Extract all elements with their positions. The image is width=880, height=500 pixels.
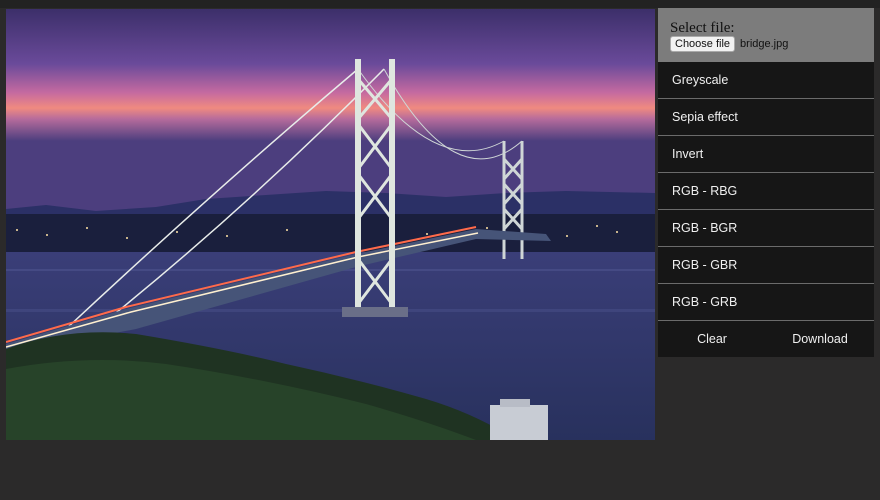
clear-button[interactable]: Clear <box>658 321 766 357</box>
top-bar <box>0 0 880 8</box>
download-button[interactable]: Download <box>766 321 874 357</box>
file-label: Select file: <box>670 20 735 36</box>
action-row: Clear Download <box>658 321 874 357</box>
file-selector: Select file: Choose file bridge.jpg <box>658 8 874 62</box>
rgb-bgr-button[interactable]: RGB - BGR <box>658 210 874 247</box>
bridge-photo <box>6 9 655 440</box>
image-canvas <box>6 9 655 440</box>
rgb-gbr-button[interactable]: RGB - GBR <box>658 247 874 284</box>
rgb-grb-button[interactable]: RGB - GRB <box>658 284 874 321</box>
selected-file-name: bridge.jpg <box>740 38 789 50</box>
rgb-rbg-button[interactable]: RGB - RBG <box>658 173 874 210</box>
sepia-effect-button[interactable]: Sepia effect <box>658 99 874 136</box>
greyscale-button[interactable]: Greyscale <box>658 62 874 99</box>
control-panel: Select file: Choose file bridge.jpg Grey… <box>658 8 874 357</box>
choose-file-button[interactable]: Choose file <box>670 36 736 52</box>
invert-button[interactable]: Invert <box>658 136 874 173</box>
